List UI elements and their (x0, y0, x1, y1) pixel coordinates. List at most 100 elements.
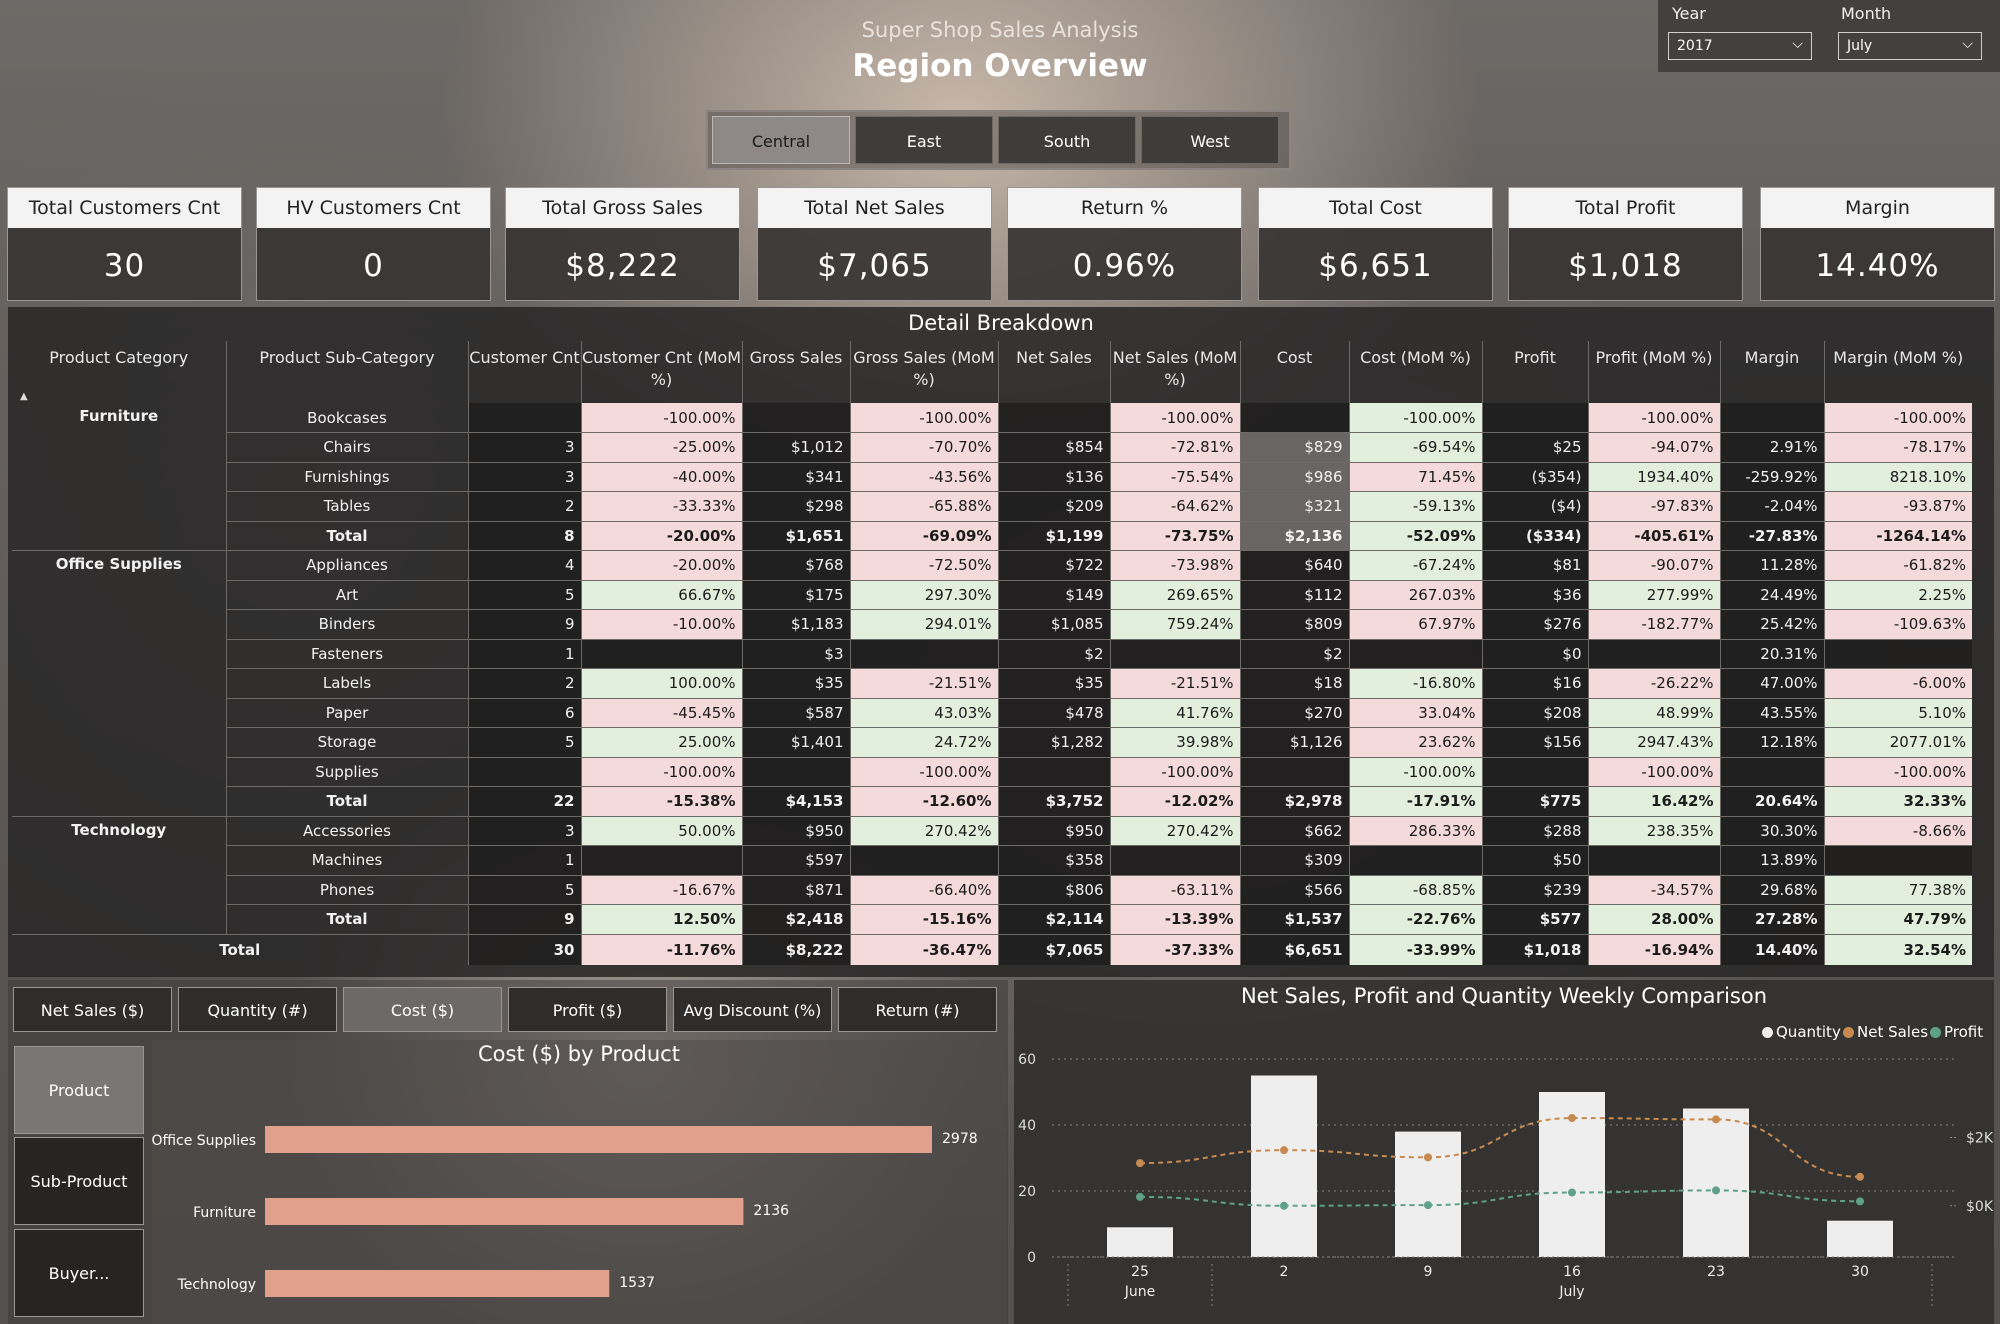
region-button-east[interactable]: East (855, 116, 993, 164)
matrix-cell: -100.00% (1349, 757, 1483, 787)
region-button-south[interactable]: South (998, 116, 1136, 164)
column-header[interactable]: Margin (MoM %) (1824, 341, 1972, 403)
net-sales-point (1712, 1115, 1720, 1124)
column-header[interactable]: Cost (MoM %) (1349, 341, 1483, 403)
matrix-row[interactable]: Binders 9 -10.00% $1,183 294.01% $1,085 759.24… (12, 609, 1972, 640)
matrix-cell: 270.42% (850, 816, 999, 846)
matrix-row[interactable]: Supplies -100.00% -100.00% -100.00% -100.00%… (12, 757, 1972, 787)
matrix-cell (1110, 845, 1241, 876)
bar (265, 1198, 744, 1225)
dimension-button-sub-product[interactable]: Sub-Product (14, 1137, 144, 1225)
matrix-row[interactable]: Storage 5 25.00% $1,401 24.72% $1,282 39.98% $1… (12, 727, 1972, 758)
column-header[interactable]: Profit (MoM %) (1588, 341, 1721, 403)
matrix-cell: $2 (1240, 639, 1350, 669)
matrix-cell: -22.76% (1349, 904, 1483, 935)
dimension-button-buyer[interactable]: Buyer... (14, 1229, 144, 1317)
region-button-central[interactable]: Central (712, 116, 850, 164)
legend-item-profit[interactable]: Profit (1930, 1023, 1983, 1041)
column-header[interactable]: Product Category (12, 341, 227, 403)
matrix-row[interactable]: Furniture Bookcases -100.00% -100.00% -100.0… (12, 403, 1972, 551)
matrix-cell: $288 (1482, 816, 1589, 846)
column-header[interactable]: Profit (1482, 341, 1589, 403)
y-axis-left-tick: 20 (1018, 1184, 1036, 1200)
matrix-cell: $50 (1482, 845, 1589, 876)
matrix-row[interactable]: Phones 5 -16.67% $871 -66.40% $806 -63.11% $566… (12, 875, 1972, 905)
matrix-cell (1824, 845, 1972, 876)
column-header[interactable]: Customer Cnt (468, 341, 582, 403)
legend-item-quantity[interactable]: Quantity (1762, 1023, 1841, 1041)
column-header[interactable]: Gross Sales (742, 341, 851, 403)
measure-button-cost[interactable]: Cost ($) (343, 987, 502, 1032)
legend-item-net-sales[interactable]: Net Sales (1843, 1023, 1928, 1041)
sub-category-cell: Fasteners (226, 639, 469, 669)
measure-button-return[interactable]: Return (#) (838, 987, 997, 1032)
matrix-subtotal-row[interactable]: Total 22 -15.38% $4,153 -12.60% $3,752 -12.02%… (12, 786, 1972, 817)
matrix-row[interactable]: Tables 2 -33.33% $298 -65.88% $209 -64.62% $321… (12, 491, 1972, 522)
matrix-cell: 2.91% (1720, 432, 1825, 463)
matrix-row[interactable]: Fasteners 1 $3 $2 $2 $0 20.31% (12, 639, 1972, 669)
matrix-subtotal-row[interactable]: Total 8 -20.00% $1,651 -69.09% $1,199 -73.75% $… (12, 521, 1972, 551)
category-cell[interactable]: Furniture (12, 403, 227, 551)
matrix-cell (1588, 639, 1721, 669)
matrix-row[interactable]: Furnishings 3 -40.00% $341 -43.56% $136 -75.54… (12, 462, 1972, 492)
matrix-cell: 294.01% (850, 609, 999, 640)
matrix-cell: 100.00% (581, 668, 743, 699)
column-header[interactable]: Margin (1720, 341, 1825, 403)
matrix-cell: -17.91% (1349, 786, 1483, 817)
matrix-row[interactable]: Machines 1 $597 $358 $309 $50 13.89% (12, 845, 1972, 876)
matrix-cell: -20.00% (581, 550, 743, 581)
matrix-cell: 1 (468, 845, 582, 876)
bar-data-label: 2978 (942, 1131, 978, 1147)
measure-button-avg-discount[interactable]: Avg Discount (%) (673, 987, 832, 1032)
category-cell[interactable]: Office Supplies (12, 550, 227, 817)
y-axis-left-tick: 0 (1027, 1250, 1036, 1266)
matrix-row[interactable]: Chairs 3 -25.00% $1,012 -70.70% $854 -72.81% $8… (12, 432, 1972, 463)
matrix-cell: $136 (998, 462, 1111, 492)
matrix-cell: 14.40% (1720, 934, 1825, 965)
column-header[interactable]: Net Sales (MoM %) (1110, 341, 1241, 403)
measure-button-quantity[interactable]: Quantity (#) (178, 987, 337, 1032)
column-header[interactable]: Gross Sales (MoM %) (850, 341, 999, 403)
region-button-west[interactable]: West (1141, 116, 1279, 164)
matrix-cell: $18 (1240, 668, 1350, 699)
kpi-value: 14.40% (1815, 248, 1940, 284)
matrix-cell: 5 (468, 727, 582, 758)
matrix-row[interactable]: Paper 6 -45.45% $587 43.03% $478 41.76% $270 33.… (12, 698, 1972, 728)
x-axis-tick: 2 (1280, 1264, 1289, 1280)
column-header[interactable]: Cost (1240, 341, 1350, 403)
month-dropdown[interactable]: July ⌵ (1838, 32, 1982, 60)
matrix-cell (742, 403, 851, 433)
measure-button-profit[interactable]: Profit ($) (508, 987, 667, 1032)
matrix-row[interactable]: Office Supplies Appliances 4 -20.00% $768 -72… (12, 550, 1972, 817)
matrix-row[interactable]: Technology Accessories 3 50.00% $950 270.42% $… (12, 816, 1972, 935)
matrix-subtotal-row[interactable]: Total 9 12.50% $2,418 -15.16% $2,114 -13.39% $1… (12, 904, 1972, 935)
matrix-cell: $208 (1482, 698, 1589, 728)
matrix-row[interactable]: Art 5 66.67% $175 297.30% $149 269.65% $112 267.… (12, 580, 1972, 610)
matrix-cell (468, 757, 582, 787)
matrix-cell: 43.55% (1720, 698, 1825, 728)
category-cell[interactable]: Technology (12, 816, 227, 935)
matrix-row[interactable]: Labels 2 100.00% $35 -21.51% $35 -21.51% $18 -16… (12, 668, 1972, 699)
grand-total-label: Total (12, 934, 469, 965)
kpi-value: 0 (363, 248, 384, 284)
profit-point (1280, 1201, 1288, 1210)
kpi-value: $1,018 (1568, 248, 1683, 284)
column-header[interactable]: Customer Cnt (MoM %) (581, 341, 743, 403)
column-header[interactable]: Net Sales (998, 341, 1111, 403)
matrix-cell: $662 (1240, 816, 1350, 846)
matrix-cell: 267.03% (1349, 580, 1483, 610)
measure-button-net-sales[interactable]: Net Sales ($) (13, 987, 172, 1032)
matrix-cell: -100.00% (850, 403, 999, 433)
dimension-button-product[interactable]: Product (14, 1046, 144, 1134)
matrix-cell: $2,978 (1240, 786, 1350, 817)
column-header[interactable]: Product Sub-Category (226, 341, 469, 403)
matrix-cell: -93.87% (1824, 491, 1972, 522)
bar-category-label: Technology (177, 1277, 256, 1293)
matrix-cell: -75.54% (1110, 462, 1241, 492)
matrix-cell: -45.45% (581, 698, 743, 728)
x-axis-group-label: July (1558, 1284, 1584, 1300)
matrix-title: Detail Breakdown (908, 311, 1094, 335)
matrix-cell: 8218.10% (1824, 462, 1972, 492)
matrix-cell (1240, 403, 1350, 433)
year-dropdown[interactable]: 2017 ⌵ (1668, 32, 1812, 60)
